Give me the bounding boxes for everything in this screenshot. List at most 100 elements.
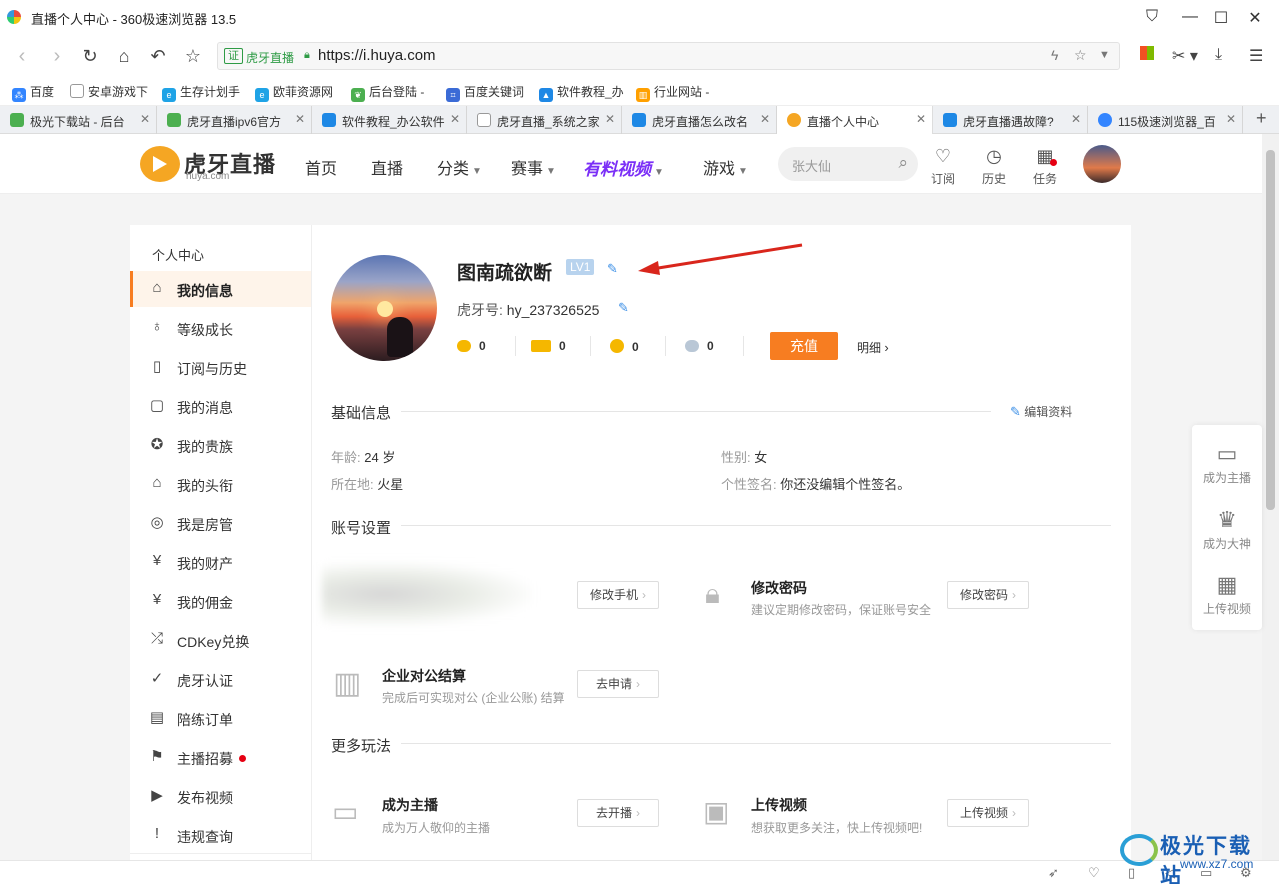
tab-close-icon[interactable]: ✕ [1071,112,1081,126]
bookmark-item[interactable]: ▲ 软件教程_办 [539,83,624,102]
favorite-icon[interactable]: ☆ [1074,47,1087,64]
menu-icon[interactable]: ☰ [1249,46,1263,66]
tab-close-icon[interactable]: ✕ [295,112,305,126]
coin-gold[interactable]: 0 [457,339,486,353]
home-icon[interactable]: ⌂ [112,44,136,68]
sidebar-item-noble[interactable]: ✪ 我的贵族 [130,427,311,463]
smile-coin-icon [610,339,624,353]
browser-tab[interactable]: 115极速浏览器_百 ✕ [1088,106,1243,134]
sidebar-item-commission[interactable]: ¥ 我的佣金 [130,583,311,619]
tab-close-icon[interactable]: ✕ [760,112,770,126]
bookmark-item[interactable]: e 欧菲资源网 [255,83,333,102]
nav-home[interactable]: 首页 [305,155,337,179]
house-icon: ⌂ [152,474,162,491]
edit-profile-link[interactable]: ✎ 编辑资料 [1010,403,1072,420]
forward-icon[interactable]: › [45,44,69,68]
rocket-icon[interactable]: ➶ [1048,865,1059,881]
apps-icon[interactable] [1140,46,1154,65]
scissors-icon[interactable]: ✂ ▾ [1172,46,1198,66]
tab-close-icon[interactable]: ✕ [140,112,150,126]
recharge-button[interactable]: 充值 [770,332,838,360]
sidebar-item-my-info[interactable]: ⌂ 我的信息 [130,271,311,307]
float-become-master[interactable]: ♛ 成为大神 [1192,507,1262,552]
float-become-anchor[interactable]: ▭ 成为主播 [1192,441,1262,486]
edit-id-icon[interactable]: ✎ [618,300,629,316]
coin-smile[interactable]: 0 [610,339,639,354]
star-icon[interactable]: ☆ [181,44,205,68]
back-icon[interactable]: ‹ [10,44,34,68]
scrollbar-thumb[interactable] [1266,150,1275,510]
go-live-button[interactable]: 去开播 › [577,799,659,827]
url-text[interactable]: https://i.huya.com [318,47,436,64]
sidebar-item-orders[interactable]: ▤ 陪练订单 [130,700,311,736]
bookmark-item[interactable]: ❦ 后台登陆 - [351,83,424,102]
edit-name-icon[interactable]: ✎ [607,261,618,277]
new-tab-icon[interactable]: + [1256,108,1267,129]
nav-category[interactable]: 分类 ▼ [437,155,482,179]
detail-link[interactable]: 明细 › [857,339,889,356]
url-bar[interactable]: 证 虎牙直播 🔒︎ https://i.huya.com ϟ ☆ ▼ [217,42,1120,70]
annotation-arrow [638,243,803,275]
download-icon[interactable]: ⤓ [1215,46,1222,64]
float-upload-video[interactable]: ▦ 上传视频 [1192,572,1262,617]
profile-avatar[interactable] [331,255,437,361]
subscribe-button[interactable]: ♡ 订阅 [923,145,963,187]
browser-tab[interactable]: 虎牙直播怎么改名 ✕ [622,106,777,134]
nav-live[interactable]: 直播 [371,155,403,179]
sidebar-item-messages[interactable]: ▢ 我的消息 [130,388,311,424]
nav-videos[interactable]: 有料视频 ▼ [583,155,664,180]
change-phone-button[interactable]: 修改手机 › [577,581,659,609]
sidebar-item-recruit[interactable]: ⚑ 主播招募 [130,739,311,775]
coin-ticket[interactable]: 0 [531,339,566,353]
sidebar-item-level[interactable]: ♁ 等级成长 [130,310,311,346]
browser-tab[interactable]: 虎牙直播_系统之家 ✕ [467,106,622,134]
sidebar-item-publish-video[interactable]: ▶ 发布视频 [130,778,311,814]
browser-tab[interactable]: 虎牙直播ipv6官方 ✕ [157,106,312,134]
minimize-icon[interactable]: — [1180,8,1200,26]
sidebar-item-subscriptions[interactable]: ▯ 订阅与历史 [130,349,311,385]
history-button[interactable]: ◷ 历史 [974,145,1014,187]
sidebar-item-room-manager[interactable]: ◎ 我是房管 [130,505,311,541]
close-icon[interactable]: ✕ [1245,8,1265,28]
nav-games[interactable]: 游戏 ▼ [703,155,748,179]
apply-corp-button[interactable]: 去申请 › [577,670,659,698]
sidebar-item-violations[interactable]: ! 违规查询 [130,817,311,853]
maximize-icon[interactable]: ☐ [1211,8,1231,28]
upload-video-button[interactable]: 上传视频 › [947,799,1029,827]
film-icon: ▦ [1216,572,1238,597]
bookmark-item[interactable]: e 生存计划手 [162,83,240,102]
bookmark-item[interactable]: ⁂ 百度 [12,83,54,102]
sidebar-item-assets[interactable]: ¥ 我的财产 [130,544,311,580]
sidebar-item-cdkey[interactable]: ⤮ CDKey兑换 [130,622,311,658]
tab-close-icon[interactable]: ✕ [1226,112,1236,126]
browser-tab[interactable]: 软件教程_办公软件 ✕ [312,106,467,134]
lightning-icon[interactable]: ϟ [1051,47,1058,63]
tasks-button[interactable]: ▦ 任务 [1025,145,1065,187]
heart-status-icon[interactable]: ♡ [1088,865,1100,881]
huya-logo-icon[interactable] [140,146,180,182]
bookmark-item[interactable]: 安卓游戏下 [70,83,148,100]
shirt-icon[interactable]: ⛉ [1142,8,1162,26]
tab-close-icon[interactable]: ✕ [450,112,460,126]
dropdown-icon[interactable]: ▼ [1099,49,1110,61]
bookmark-item[interactable]: ▥ 行业网站 - [636,83,709,102]
coin-silver[interactable]: 0 [685,339,714,353]
section-account-title: 账号设置 [331,520,392,537]
sidebar-item-verify[interactable]: ✓ 虎牙认证 [130,661,311,697]
avatar[interactable] [1083,145,1121,183]
tab-close-icon[interactable]: ✕ [605,112,615,126]
browser-tab[interactable]: 虎牙直播遇故障? ✕ [933,106,1088,134]
browser-tab[interactable]: 极光下载站 - 后台 ✕ [0,106,157,134]
undo-icon[interactable]: ↶ [146,44,170,68]
page-scrollbar[interactable] [1262,134,1279,860]
tab-close-icon[interactable]: ✕ [916,112,926,126]
change-password-button[interactable]: 修改密码 › [947,581,1029,609]
divider [743,336,744,356]
search-input[interactable]: 张大仙 ⌕ [778,147,918,181]
browser-tab-active[interactable]: 直播个人中心 ✕ [777,106,933,134]
reload-icon[interactable]: ↻ [78,44,102,68]
nav-events[interactable]: 赛事 ▼ [511,155,556,179]
search-icon[interactable]: ⌕ [898,153,908,173]
sidebar-item-title[interactable]: ⌂ 我的头衔 [130,466,311,502]
bookmark-item[interactable]: ⌗ 百度关键词 [446,83,524,102]
